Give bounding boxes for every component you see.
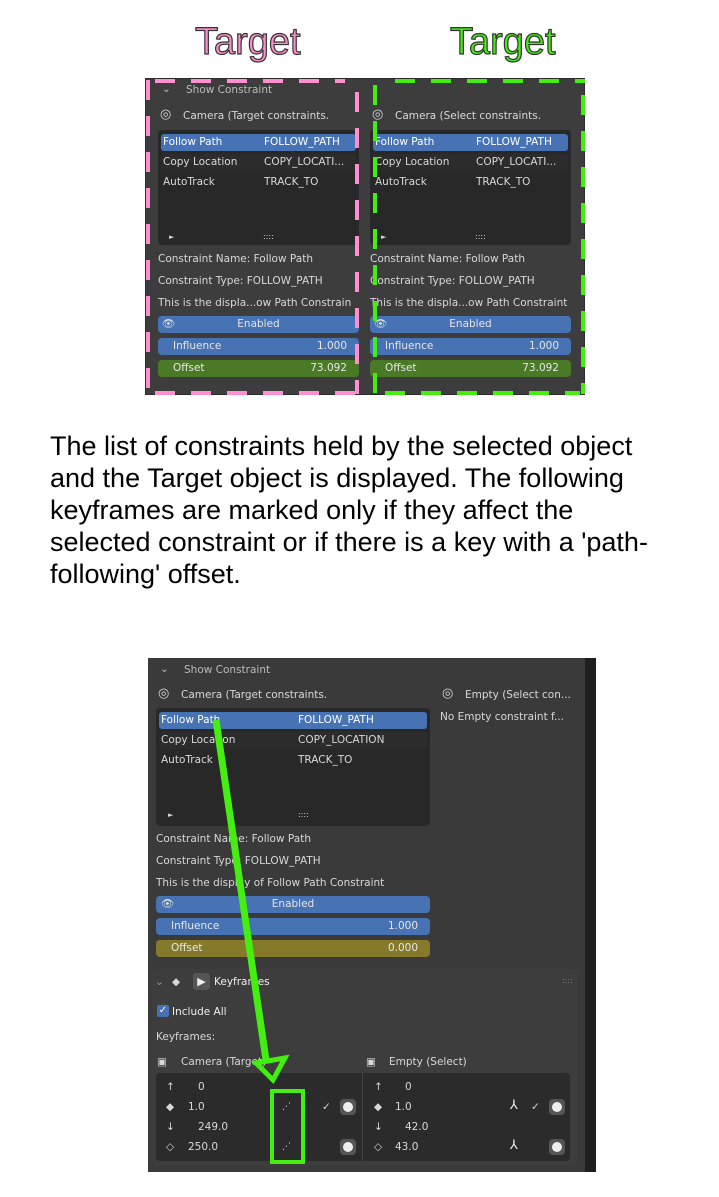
annotation-highlight-box: [270, 1089, 305, 1164]
green-dashed-frame: [373, 79, 585, 395]
highlight-frames: [146, 79, 585, 395]
annotation-arrow-shaft: [212, 719, 270, 1061]
pink-dashed-frame: [146, 79, 359, 395]
annotation-arrow-head: [250, 1054, 290, 1085]
description-text: The list of constraints held by the sele…: [50, 431, 648, 589]
annotation-overlay: [212, 719, 305, 1164]
